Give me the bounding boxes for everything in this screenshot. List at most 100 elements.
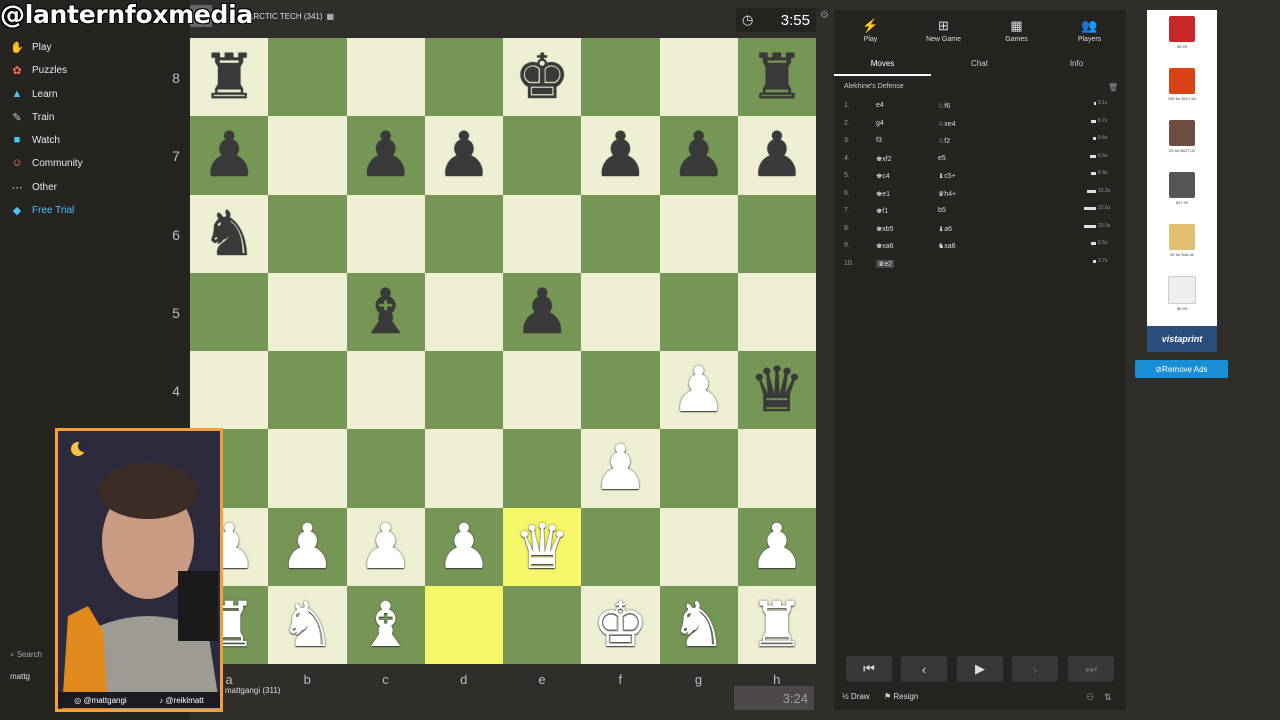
opponent-name[interactable]: ARCTIC TECH (341) [248,12,323,21]
black-move[interactable]: ♘f2 [938,137,950,145]
black-move[interactable]: ♘f6 [938,102,950,110]
white-pawn-icon[interactable]: ♟ [671,359,727,421]
square-g4[interactable]: ♟ [659,351,738,430]
black-rook-icon[interactable]: ♜ [749,46,805,108]
square-g6[interactable] [659,194,738,273]
square-h8[interactable]: ♜ [737,38,816,117]
white-move[interactable]: ♚f1 [876,207,888,215]
square-d7[interactable]: ♟ [424,116,503,195]
square-e4[interactable] [503,351,582,430]
square-h7[interactable]: ♟ [737,116,816,195]
player-name[interactable]: mattgangi (311) [225,686,280,695]
square-g5[interactable] [659,272,738,351]
square-d6[interactable] [424,194,503,273]
white-move[interactable]: ♚xa6 [876,242,894,250]
settings-gear-icon[interactable]: ⚙ [820,10,829,21]
prev-move-button[interactable]: ‹ [901,656,947,682]
next-move-button[interactable]: ▶ [957,656,1003,682]
square-b6[interactable] [268,194,347,273]
square-b3[interactable] [268,429,347,508]
square-f4[interactable] [581,351,660,430]
black-move[interactable]: ♝c5+ [938,172,956,180]
square-a6[interactable]: ♞ [190,194,269,273]
white-move[interactable]: f3 [876,137,882,144]
white-pawn-icon[interactable]: ♟ [593,437,649,499]
square-f3[interactable]: ♟ [581,429,660,508]
tab-games[interactable]: ▦ Games [980,10,1053,50]
sidebar-item-play[interactable]: ✋ Play [10,37,51,57]
white-knight-icon[interactable]: ♞ [280,593,336,656]
square-c5[interactable]: ♝ [346,272,425,351]
white-knight-icon[interactable]: ♞ [671,593,727,656]
square-e6[interactable] [503,194,582,273]
square-h2[interactable]: ♟ [737,507,816,586]
white-move[interactable]: e4 [876,102,884,109]
chess-board[interactable]: ♜ ♚ ♜ ♟ ♟ ♟ ♟ ♟ ♟ ♞ ♝ ♟ ♟ ♛ ♟ ♟ ♟ ♟ ♟ ♛ ♟ ♜ ♞ ♝ ♚ ♞ ♜ [190,38,816,664]
black-pawn-icon[interactable]: ♟ [358,124,414,186]
white-king-icon[interactable]: ♚ [593,593,649,656]
subtab-moves[interactable]: Moves [834,52,931,76]
square-c8[interactable] [346,38,425,117]
square-c7[interactable]: ♟ [346,116,425,195]
black-pawn-icon[interactable]: ♟ [593,124,649,186]
white-move[interactable]: ♛e2 [876,259,895,268]
square-d2[interactable]: ♟ [424,507,503,586]
black-bishop-icon[interactable]: ♝ [358,280,414,343]
black-pawn-icon[interactable]: ♟ [436,124,492,186]
square-b5[interactable] [268,272,347,351]
sidebar-search[interactable]: ⌕ Search [10,650,42,660]
square-a8[interactable]: ♜ [190,38,269,117]
first-move-button[interactable]: ⏮ [846,656,892,682]
square-e8[interactable]: ♚ [503,38,582,117]
square-a4[interactable] [190,351,269,430]
square-f5[interactable] [581,272,660,351]
black-pawn-icon[interactable]: ♟ [749,124,805,186]
white-move[interactable]: g4 [876,120,884,127]
square-h5[interactable] [737,272,816,351]
square-a5[interactable] [190,272,269,351]
black-pawn-icon[interactable]: ♟ [514,280,570,343]
square-e7[interactable] [503,116,582,195]
square-c6[interactable] [346,194,425,273]
subtab-info[interactable]: Info [1028,52,1125,74]
square-b2[interactable]: ♟ [268,507,347,586]
white-move[interactable]: ♚xb5 [876,225,894,233]
square-h1[interactable]: ♜ [737,585,816,664]
square-c3[interactable] [346,429,425,508]
square-e2[interactable]: ♛ [503,507,582,586]
square-d8[interactable] [424,38,503,117]
square-f7[interactable]: ♟ [581,116,660,195]
ad-column[interactable]: $9.99 250 for $107.50 25 for $627.00 $37… [1147,10,1217,350]
square-e5[interactable]: ♟ [503,272,582,351]
square-g3[interactable] [659,429,738,508]
sidebar-item-puzzles[interactable]: ✿ Puzzles [10,60,67,80]
square-f2[interactable] [581,507,660,586]
white-pawn-icon[interactable]: ♟ [358,515,414,578]
square-d3[interactable] [424,429,503,508]
square-g2[interactable] [659,507,738,586]
sidebar-user[interactable]: mattg [10,672,30,681]
black-move[interactable]: e5 [938,155,946,162]
square-b7[interactable] [268,116,347,195]
ad-item[interactable]: $37.99 [1147,172,1217,205]
sidebar-item-community[interactable]: ☺ Community [10,153,82,173]
tab-players[interactable]: 👥 Players [1053,10,1126,50]
square-b8[interactable] [268,38,347,117]
black-move[interactable]: ♘xe4 [938,120,956,128]
black-queen-icon[interactable]: ♛ [749,359,805,421]
sidebar-item-learn[interactable]: ▲ Learn [10,84,58,104]
square-h4[interactable]: ♛ [737,351,816,430]
black-rook-icon[interactable]: ♜ [201,46,257,108]
square-d5[interactable] [424,272,503,351]
white-pawn-icon[interactable]: ♟ [280,515,336,578]
black-move[interactable]: ♝a6 [938,225,952,233]
square-f8[interactable] [581,38,660,117]
square-h3[interactable] [737,429,816,508]
ad-item[interactable]: 250 for $107.50 [1147,68,1217,101]
flip-board-icon[interactable]: ⇅ [1104,692,1112,703]
last-move-button[interactable]: ⏭ [1068,656,1114,682]
square-g7[interactable]: ♟ [659,116,738,195]
square-h6[interactable] [737,194,816,273]
sidebar-item-free-trial[interactable]: ◆ Free Trial [10,200,74,220]
ad-item[interactable]: $9.99 [1147,276,1217,311]
